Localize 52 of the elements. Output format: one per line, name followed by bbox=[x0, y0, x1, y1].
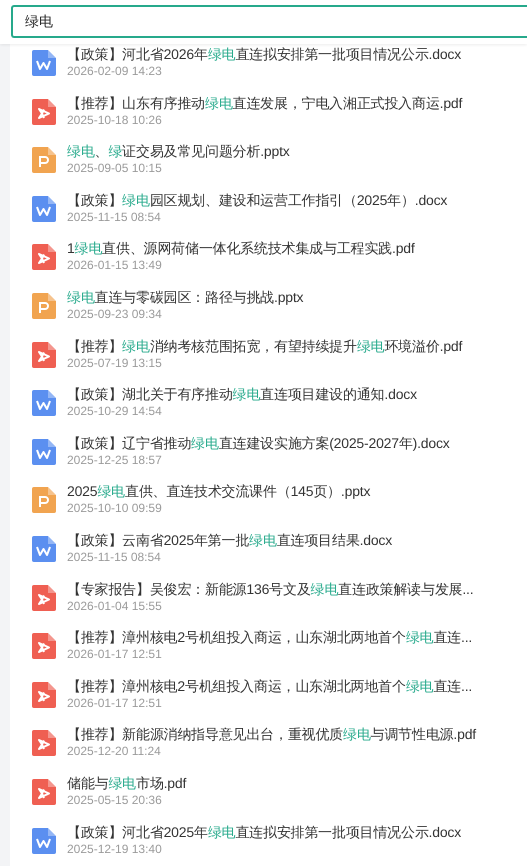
word-file-icon bbox=[32, 536, 56, 562]
pdf-file-icon bbox=[32, 342, 56, 368]
file-title[interactable]: 绿电、绿证交易及常见问题分析.pptx bbox=[67, 142, 290, 162]
file-date: 2025-11-15 08:54 bbox=[67, 550, 162, 565]
file-title[interactable]: 【推荐】山东有序推动绿电直连发展，宁电入湘正式投入商运.pdf bbox=[67, 94, 462, 113]
pdf-file-icon bbox=[32, 98, 56, 125]
file-date: 2026-01-15 13:49 bbox=[67, 258, 163, 274]
ppt-file-icon bbox=[32, 487, 56, 514]
file-title[interactable]: 【政策】河北省2025年绿电直连拟安排第一批项目情况公示.docx bbox=[67, 822, 462, 842]
file-date: 2025-12-20 11:24 bbox=[67, 744, 162, 760]
ppt-file-icon bbox=[32, 147, 56, 174]
file-title[interactable]: 【政策】湖北关于有序推动绿电直连项目建设的通知.docx bbox=[67, 385, 417, 404]
file-title[interactable]: 【推荐】新能源消纳指导意见出台，重视优质绿电与调节性电源.pdf bbox=[67, 725, 476, 744]
file-date: 2025-10-29 14:54 bbox=[67, 404, 163, 420]
word-file-icon bbox=[32, 438, 56, 465]
pdf-file-icon bbox=[32, 730, 56, 756]
file-title[interactable]: 【政策】河北省2026年绿电直连拟安排第一批项目情况公示.docx bbox=[67, 45, 462, 64]
pdf-file-icon bbox=[32, 633, 56, 660]
pdf-file-icon bbox=[32, 584, 56, 611]
file-title[interactable]: 【政策】辽宁省推动绿电直连建设实施方案(2025-2027年).docx bbox=[67, 434, 450, 453]
file-date: 2025-11-15 08:54 bbox=[67, 210, 162, 225]
file-date: 2025-10-10 09:59 bbox=[67, 501, 163, 516]
search-field[interactable]: 绿电 bbox=[11, 5, 527, 38]
file-title[interactable]: 【政策】绿电园区规划、建设和运营工作指引（2025年）.docx bbox=[67, 190, 448, 210]
file-date: 2026-01-04 15:55 bbox=[67, 598, 163, 614]
file-title[interactable]: 1绿电直供、源网荷储一体化系统技术集成与工程实践.pdf bbox=[67, 239, 415, 258]
file-title[interactable]: 绿电直连与零碳园区：路径与挑战.pptx bbox=[67, 288, 304, 307]
word-file-icon bbox=[32, 50, 56, 76]
file-title[interactable]: 储能与绿电市场.pdf bbox=[67, 774, 186, 793]
word-file-icon bbox=[32, 196, 56, 222]
file-date: 2025-07-19 13:15 bbox=[67, 356, 163, 371]
pdf-file-icon bbox=[32, 244, 56, 270]
file-date: 2025-12-19 13:40 bbox=[67, 842, 163, 856]
file-date: 2026-02-09 14:23 bbox=[67, 64, 163, 79]
file-date: 2025-05-15 20:36 bbox=[67, 792, 163, 808]
pdf-file-icon bbox=[32, 778, 56, 805]
file-date: 2025-12-25 18:57 bbox=[67, 452, 163, 468]
file-title[interactable]: 2025绿电直供、直连技术交流课件（145页）.pptx bbox=[67, 482, 370, 502]
word-file-icon bbox=[32, 828, 56, 854]
file-title[interactable]: 【推荐】漳州核电2号机组投入商运，山东湖北两地首个绿电直连... bbox=[67, 628, 472, 648]
file-date: 2026-01-17 12:51 bbox=[67, 696, 163, 711]
ppt-file-icon bbox=[32, 292, 56, 319]
pdf-file-icon bbox=[32, 682, 56, 708]
word-file-icon bbox=[32, 390, 56, 416]
file-title[interactable]: 【政策】云南省2025年第一批绿电直连项目结果.docx bbox=[67, 530, 392, 550]
file-date: 2025-10-18 10:26 bbox=[67, 112, 163, 128]
file-title[interactable]: 【推荐】漳州核电2号机组投入商运，山东湖北两地首个绿电直连... bbox=[67, 676, 472, 696]
file-title[interactable]: 【推荐】绿电消纳考核范围拓宽，有望持续提升绿电环境溢价.pdf bbox=[67, 336, 462, 356]
file-date: 2025-09-23 09:34 bbox=[67, 306, 163, 322]
file-date: 2026-01-17 12:51 bbox=[67, 647, 163, 662]
file-date: 2025-09-05 10:15 bbox=[67, 161, 163, 176]
file-title[interactable]: 【专家报告】吴俊宏：新能源136号文及绿电直连政策解读与发展... bbox=[67, 580, 474, 599]
